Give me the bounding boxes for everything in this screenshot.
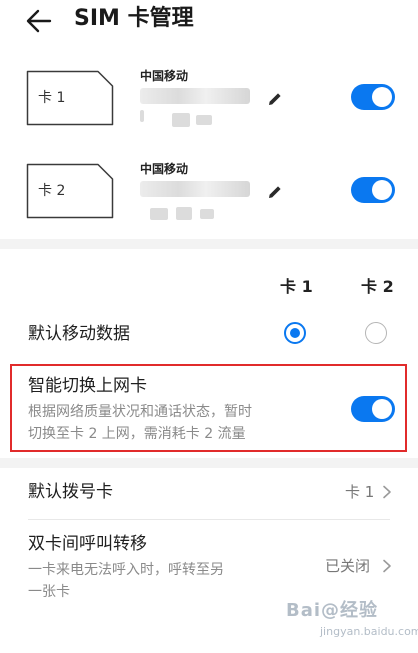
default-mobile-data-label: 默认移动数据 [28, 324, 130, 344]
sim-1-toggle[interactable] [351, 84, 395, 110]
default-dial-card-row[interactable]: 默认拨号卡 卡 1 [0, 468, 418, 518]
blur-patch [196, 115, 212, 125]
call-forward-description-line-2: 一张卡 [28, 584, 70, 600]
blur-patch [172, 113, 190, 127]
default-dial-card-value: 卡 1 [345, 483, 375, 501]
chevron-right-icon [383, 485, 391, 499]
column-header-card-1: 卡 1 [280, 277, 313, 296]
smart-switch-toggle[interactable] [351, 396, 395, 422]
sim-card-1-row: 卡 1 中国移动 [0, 60, 418, 140]
edit-pencil-icon[interactable] [266, 183, 284, 201]
edit-pencil-icon[interactable] [266, 90, 284, 108]
default-dial-card-label: 默认拨号卡 [28, 482, 113, 502]
default-data-card-2-radio[interactable] [365, 322, 387, 344]
watermark-url: jingyan.baidu.com [320, 625, 418, 638]
section-divider [0, 458, 418, 468]
call-forward-description-line-1: 一卡来电无法呼入时，呼转至另 [28, 562, 224, 578]
blur-patch [150, 208, 168, 220]
watermark-logo: Bai@经验 [286, 600, 379, 621]
sim-card-2-row: 卡 2 中国移动 [0, 153, 418, 233]
blur-patch [176, 207, 192, 220]
carrier-name: 中国移动 [140, 162, 189, 176]
smart-switch-title: 智能切换上网卡 [28, 376, 147, 396]
call-forward-value: 已关闭 [325, 557, 371, 575]
section-divider [0, 239, 418, 249]
page-title: SIM 卡管理 [74, 6, 194, 31]
back-arrow-icon[interactable] [22, 4, 56, 38]
chevron-right-icon [383, 559, 391, 573]
blur-patch [200, 209, 214, 219]
carrier-name: 中国移动 [140, 69, 189, 83]
phone-number-blurred [140, 181, 250, 197]
sim-card-label: 卡 1 [38, 90, 66, 106]
sim-card-label: 卡 2 [38, 183, 66, 199]
call-forward-title: 双卡间呼叫转移 [28, 534, 147, 554]
phone-number-blurred-tail [140, 110, 144, 122]
phone-number-blurred [140, 88, 250, 104]
default-data-card-1-radio[interactable] [284, 322, 306, 344]
column-header-card-2: 卡 2 [361, 277, 394, 296]
smart-switch-description-line-1: 根据网络质量状况和通话状态，暂时 [28, 404, 252, 420]
smart-switch-description-line-2: 切换至卡 2 上网，需消耗卡 2 流量 [28, 426, 246, 442]
sim-2-toggle[interactable] [351, 177, 395, 203]
